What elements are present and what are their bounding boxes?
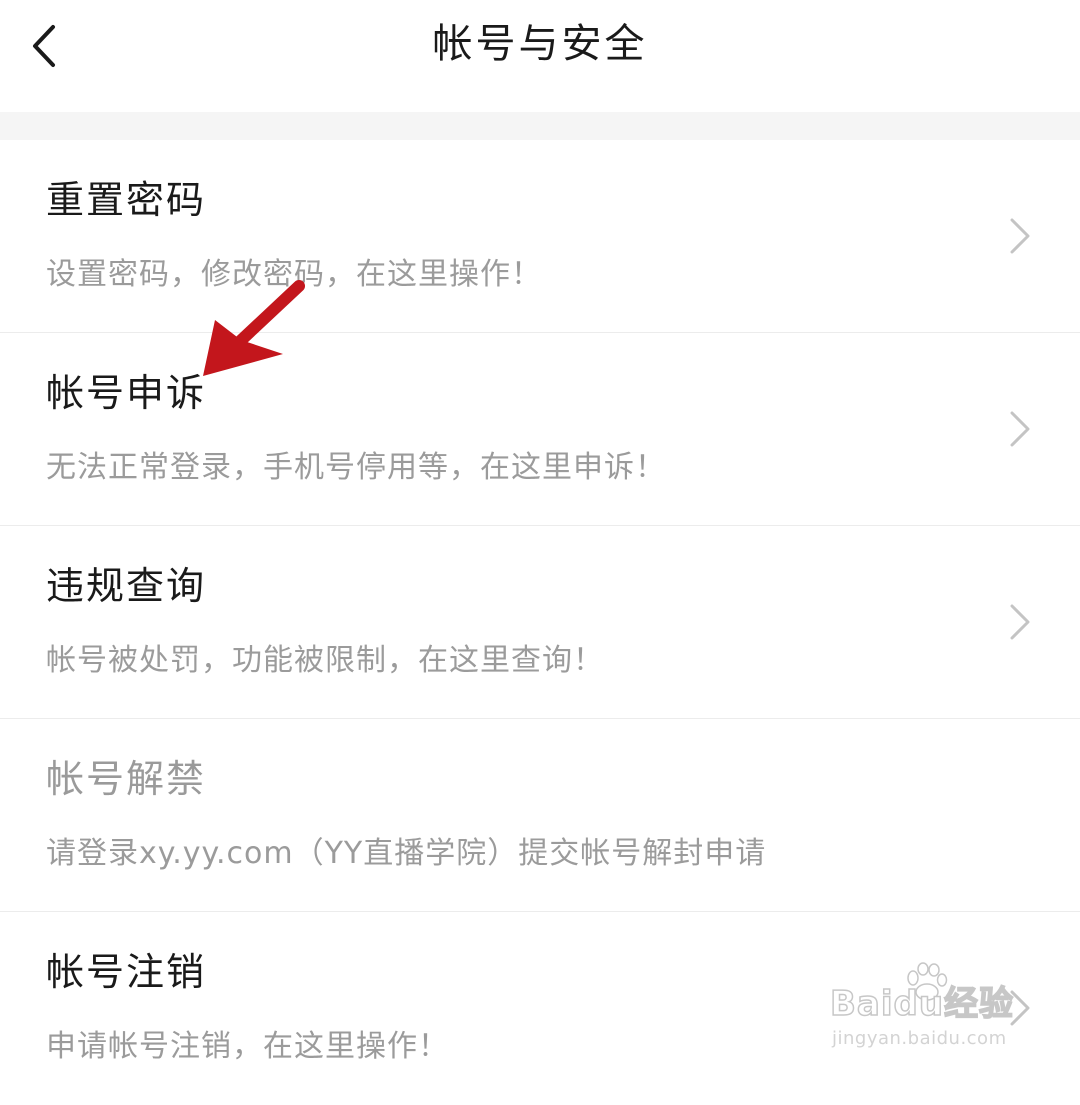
chevron-right-icon: [1010, 604, 1030, 640]
page-title: 帐号与安全: [432, 21, 648, 67]
item-description: 无法正常登录，手机号停用等，在这里申诉！: [46, 450, 666, 485]
settings-list: 重置密码 设置密码，修改密码，在这里操作！ 帐号申诉 无法正常登录，手机号停用等…: [0, 140, 1080, 1105]
chevron-right-icon: [1010, 411, 1030, 447]
item-title: 重置密码: [46, 178, 207, 222]
list-item-account-unban: 帐号解禁 请登录xy.yy.com（YY直播学院）提交帐号解封申请: [0, 719, 1080, 912]
item-description: 帐号被处罚，功能被限制，在这里查询！: [46, 643, 604, 678]
chevron-right-icon: [1010, 990, 1030, 1026]
list-item-reset-password[interactable]: 重置密码 设置密码，修改密码，在这里操作！: [0, 140, 1080, 333]
item-description: 请登录xy.yy.com（YY直播学院）提交帐号解封申请: [46, 836, 767, 871]
chevron-right-icon: [1010, 218, 1030, 254]
item-title: 违规查询: [46, 564, 207, 608]
list-item-account-appeal[interactable]: 帐号申诉 无法正常登录，手机号停用等，在这里申诉！: [0, 333, 1080, 526]
item-title: 帐号注销: [46, 950, 207, 994]
section-divider: [0, 112, 1080, 140]
list-item-violation-query[interactable]: 违规查询 帐号被处罚，功能被限制，在这里查询！: [0, 526, 1080, 719]
item-title: 帐号解禁: [46, 757, 207, 801]
item-title: 帐号申诉: [46, 371, 207, 415]
item-description: 申请帐号注销，在这里操作！: [46, 1029, 449, 1064]
navigation-bar: 帐号与安全: [0, 0, 1080, 112]
item-description: 设置密码，修改密码，在这里操作！: [46, 257, 542, 292]
list-item-account-deregister[interactable]: 帐号注销 申请帐号注销，在这里操作！: [0, 912, 1080, 1105]
